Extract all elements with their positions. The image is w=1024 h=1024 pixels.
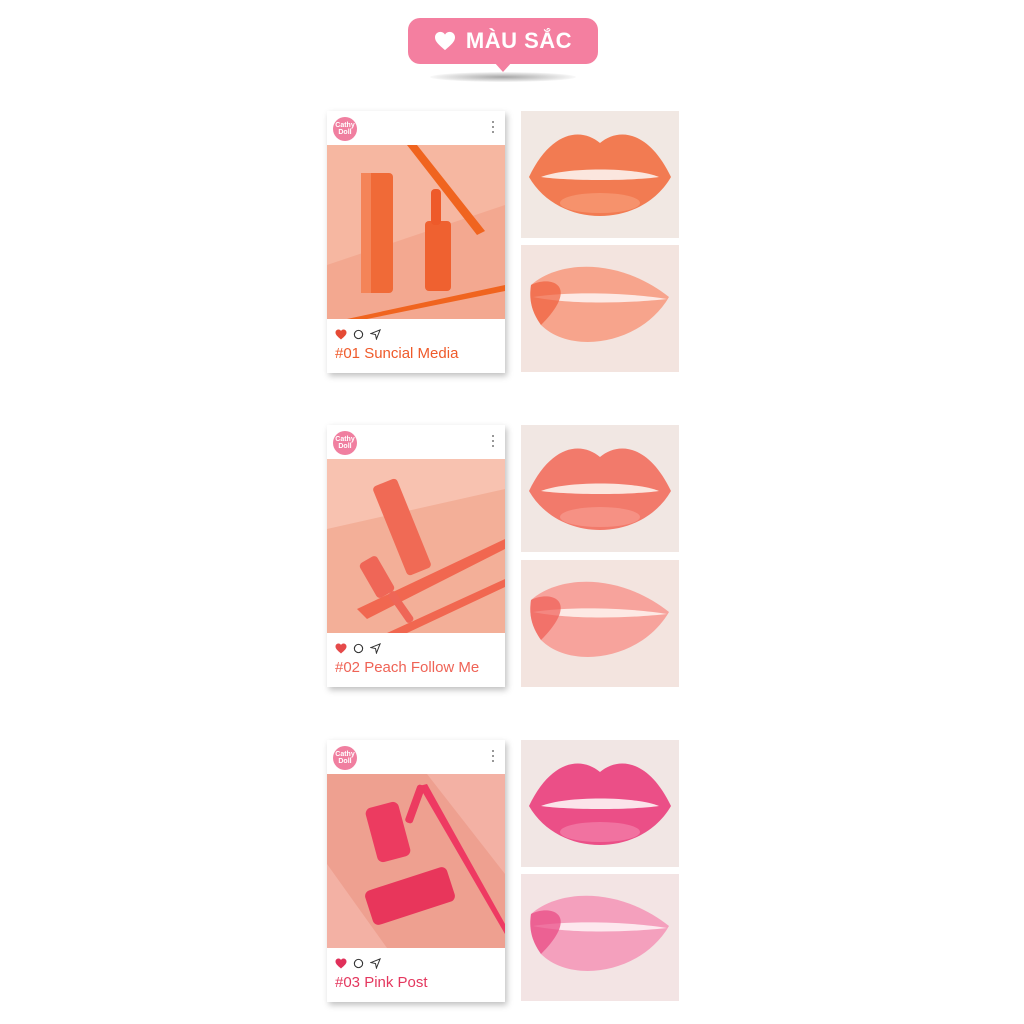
post-actions bbox=[335, 641, 381, 655]
product-photo bbox=[327, 145, 505, 319]
like-heart-icon[interactable] bbox=[335, 958, 347, 969]
share-icon[interactable] bbox=[370, 328, 381, 340]
shade-card-01: Cathy Doll #01 Suncial Media bbox=[327, 111, 505, 373]
product-photo bbox=[327, 774, 505, 948]
share-icon[interactable] bbox=[370, 957, 381, 969]
shade-card-02: Cathy Doll #02 Peach Follow Me bbox=[327, 425, 505, 687]
section-title: MÀU SẮC bbox=[465, 28, 573, 53]
shade-caption: #03 Pink Post bbox=[335, 974, 428, 991]
share-icon[interactable] bbox=[370, 642, 381, 654]
lip-swatch-01-front bbox=[521, 111, 679, 238]
badge-shadow bbox=[430, 72, 576, 82]
section-title-badge: MÀU SẮC bbox=[408, 18, 598, 64]
heart-icon bbox=[434, 31, 455, 51]
more-options-icon[interactable] bbox=[492, 435, 495, 447]
lip-swatch-03-front bbox=[521, 740, 679, 867]
like-heart-icon[interactable] bbox=[335, 329, 347, 340]
shade-caption: #02 Peach Follow Me bbox=[335, 659, 480, 676]
brand-logo: Cathy Doll bbox=[333, 746, 357, 770]
comment-icon[interactable] bbox=[353, 958, 364, 969]
more-options-icon[interactable] bbox=[492, 750, 495, 762]
shade-card-03: Cathy Doll #03 Pink Post bbox=[327, 740, 505, 1002]
brand-logo: Cathy Doll bbox=[333, 117, 357, 141]
post-actions bbox=[335, 327, 381, 341]
lip-swatch-02-front bbox=[521, 425, 679, 552]
like-heart-icon[interactable] bbox=[335, 643, 347, 654]
lip-swatch-01-side bbox=[521, 245, 679, 372]
post-actions bbox=[335, 956, 381, 970]
badge-tail bbox=[494, 62, 512, 72]
lip-swatch-02-side bbox=[521, 560, 679, 687]
comment-icon[interactable] bbox=[353, 643, 364, 654]
comment-icon[interactable] bbox=[353, 329, 364, 340]
more-options-icon[interactable] bbox=[492, 121, 495, 133]
brand-logo: Cathy Doll bbox=[333, 431, 357, 455]
shade-caption: #01 Suncial Media bbox=[335, 345, 459, 362]
product-photo bbox=[327, 459, 505, 633]
lip-swatch-03-side bbox=[521, 874, 679, 1001]
